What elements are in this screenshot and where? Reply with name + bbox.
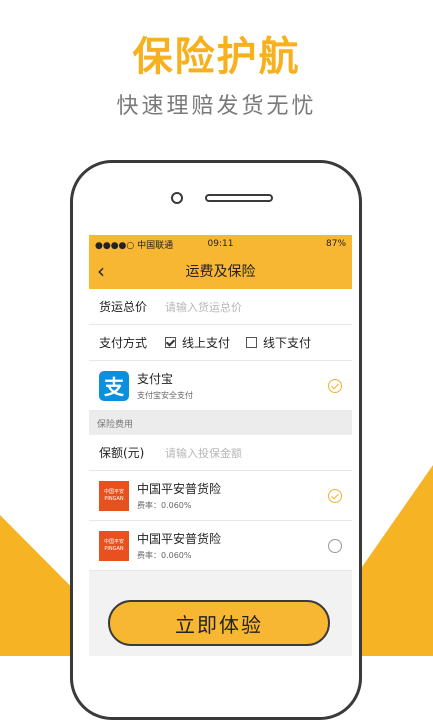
- camera-icon: [171, 192, 183, 204]
- online-pay-label: 线上支付: [182, 336, 231, 350]
- status-time: 09:11: [207, 239, 234, 249]
- speaker-icon: [205, 194, 273, 202]
- payment-method-label: 支付方式: [99, 336, 148, 350]
- offline-pay-label: 线下支付: [263, 336, 312, 350]
- offline-pay-option[interactable]: 线下支付: [246, 334, 311, 351]
- alipay-radio[interactable]: [328, 378, 342, 393]
- insurance-item[interactable]: 中国平安 PINGAN 中国平安普货险 费率：0.060%: [89, 521, 352, 571]
- pingan-logo-text: 中国平安: [103, 488, 124, 495]
- cargo-price-label: 货运总价: [99, 300, 148, 314]
- insurance-rate: 费率：0.060%: [137, 551, 192, 560]
- pingan-logo-en: PINGAN: [104, 495, 124, 502]
- online-pay-checkbox[interactable]: [165, 337, 176, 348]
- alipay-desc: 支付宝安全支付: [137, 391, 193, 400]
- insurance-rate: 费率：0.060%: [137, 501, 192, 510]
- insurance-radio[interactable]: [328, 538, 342, 553]
- alipay-row[interactable]: 支 支付宝 支付宝安全支付: [89, 361, 352, 411]
- insured-amount-row[interactable]: 保额(元) 请输入投保金额: [89, 435, 352, 471]
- promo-title: 保险护航: [132, 34, 301, 80]
- promo-subtitle: 快速理赔发货无忧: [116, 94, 317, 119]
- insurance-section-title: 保险费用: [89, 411, 352, 435]
- online-pay-option[interactable]: 线上支付: [165, 334, 230, 351]
- back-icon[interactable]: ‹: [97, 259, 105, 283]
- carrier-label: ●●●●○ 中国联通: [95, 240, 174, 251]
- insured-amount-label: 保额(元): [99, 446, 145, 460]
- insurance-radio-selected[interactable]: [328, 488, 342, 503]
- app-screen: ●●●●○ 中国联通 09:11 87% ‹ 运费及保险 货运总价 请输入货运总…: [89, 235, 352, 656]
- payment-method-row: 支付方式 线上支付 线下支付: [89, 325, 352, 361]
- nav-bar: ‹ 运费及保险: [89, 253, 352, 289]
- insured-amount-input[interactable]: 请输入投保金额: [165, 445, 242, 461]
- insurance-name: 中国平安普货险: [137, 482, 222, 496]
- pingan-logo-text: 中国平安: [103, 538, 124, 545]
- pingan-logo-icon: 中国平安 PINGAN: [99, 480, 129, 511]
- battery-label: 87%: [326, 239, 347, 249]
- cargo-price-row[interactable]: 货运总价 请输入货运总价: [89, 289, 352, 325]
- insurance-item[interactable]: 中国平安 PINGAN 中国平安普货险 费率：0.060%: [89, 471, 352, 521]
- insurance-name: 中国平安普货险: [137, 532, 222, 546]
- offline-pay-checkbox[interactable]: [246, 337, 258, 348]
- cargo-price-input[interactable]: 请输入货运总价: [165, 299, 242, 315]
- pingan-logo-icon: 中国平安 PINGAN: [99, 530, 129, 561]
- page-title: 运费及保险: [185, 264, 256, 280]
- alipay-name: 支付宝: [137, 372, 174, 386]
- try-now-button[interactable]: 立即体验: [108, 600, 330, 646]
- status-bar: ●●●●○ 中国联通 09:11 87%: [89, 235, 352, 253]
- alipay-icon: 支: [99, 370, 129, 401]
- pingan-logo-en: PINGAN: [104, 545, 124, 552]
